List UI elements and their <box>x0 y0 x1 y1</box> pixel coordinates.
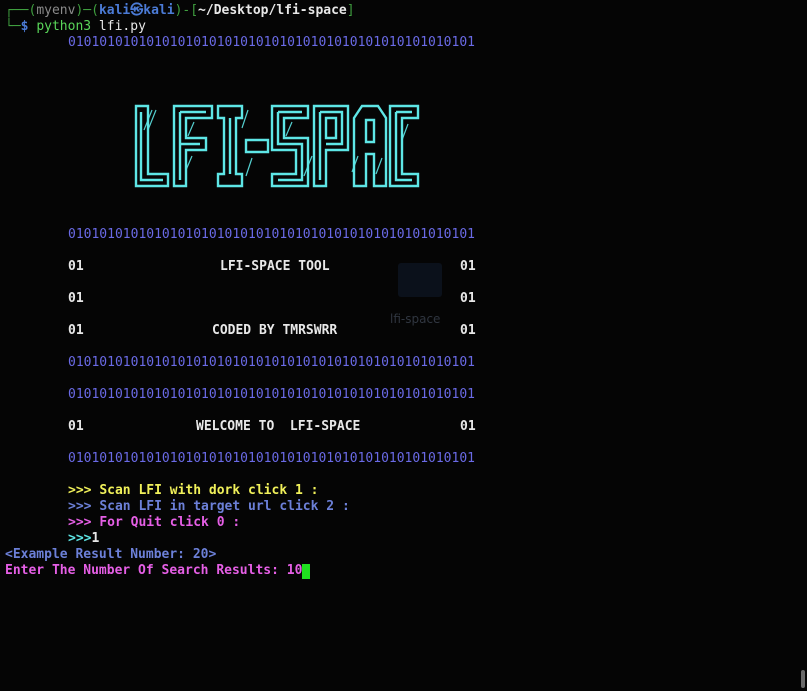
menu-input-value: 1 <box>91 531 100 546</box>
row-edge-right: 01 <box>460 259 476 274</box>
env-name: myenv <box>36 3 76 18</box>
desktop-folder-icon <box>398 263 442 297</box>
command: python3 <box>36 19 92 34</box>
coded-by: CODED BY TMRSWRR <box>212 323 338 338</box>
search-results-input[interactable]: 10 <box>287 563 303 578</box>
menu-option-1: >>> Scan LFI with dork click 1 : <box>68 483 319 498</box>
row-edge-right: 01 <box>460 323 476 338</box>
user-host: kali㉿kali <box>98 3 175 18</box>
terminal-window[interactable]: lfi-space ┌──(myenv)─(kali㉿kali)-[~/Desk… <box>0 0 807 691</box>
binary-line: 0101010101010101010101010101010101010101… <box>68 355 475 370</box>
binary-line: 0101010101010101010101010101010101010101… <box>68 227 475 242</box>
binary-line: 0101010101010101010101010101010101010101… <box>68 387 475 402</box>
menu-option-quit: >>> For Quit click 0 : <box>68 515 241 530</box>
row-edge-right: 01 <box>460 291 476 306</box>
desktop-icon-label: lfi-space <box>390 312 441 326</box>
menu-option-2: >>> Scan LFI in target url click 2 : <box>68 499 350 514</box>
tool-title: LFI-SPACE TOOL <box>220 259 330 274</box>
example-result-hint: <Example Result Number: 20> <box>5 547 217 562</box>
scrollbar[interactable] <box>801 670 805 688</box>
binary-line-bottom: 0101010101010101010101010101010101010101… <box>68 451 475 466</box>
row-edge-left: 01 <box>68 323 84 338</box>
prompt-line-1: ┌──(myenv)─(kali㉿kali)-[~/Desktop/lfi-sp… <box>5 3 355 18</box>
row-edge-left: 01 <box>68 419 84 434</box>
text-cursor <box>302 564 311 579</box>
row-edge-left: 01 <box>68 259 84 274</box>
lfi-space-logo <box>134 104 420 188</box>
binary-line-top: 0101010101010101010101010101010101010101… <box>68 35 475 50</box>
menu-input-line: >>>1 <box>68 531 100 546</box>
row-edge-left: 01 <box>68 291 84 306</box>
welcome-text: WELCOME TO LFI-SPACE <box>196 419 361 434</box>
search-results-prompt[interactable]: Enter The Number Of Search Results: 10 <box>5 563 311 579</box>
row-edge-right: 01 <box>460 419 476 434</box>
working-directory: ~/Desktop/lfi-space <box>198 3 347 18</box>
command-arg: lfi.py <box>91 19 146 34</box>
prompt-line-2: └─$ python3 lfi.py <box>5 19 146 34</box>
